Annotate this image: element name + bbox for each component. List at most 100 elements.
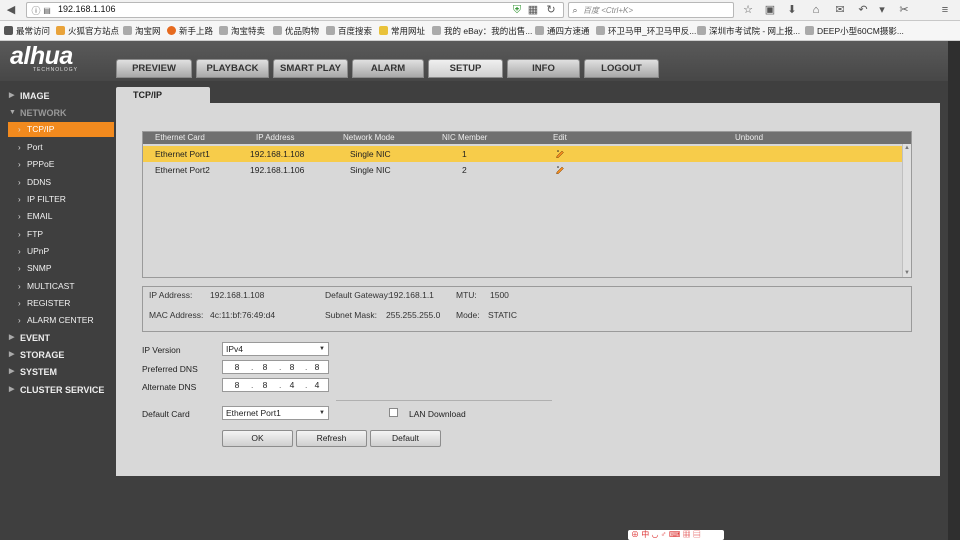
sidebar-item-alarm-center[interactable]: › ALARM CENTER: [8, 313, 114, 328]
caret-right-icon: ▶: [9, 368, 15, 375]
cell-ip: 192.168.1.108: [250, 149, 305, 159]
sidebar-section-image[interactable]: ▶ IMAGE: [0, 88, 115, 104]
dropdown-icon[interactable]: ▾: [875, 3, 889, 17]
tab-preview[interactable]: PREVIEW: [116, 59, 192, 78]
sidebar-item-ddns[interactable]: › DDNS: [8, 175, 114, 190]
edit-icon[interactable]: [555, 164, 565, 174]
search-icon: ⌕: [572, 5, 578, 15]
url-text: 192.168.1.106: [58, 4, 116, 14]
sidebar-item-ip-filter[interactable]: › IP FILTER: [8, 192, 114, 207]
octet[interactable]: 8: [257, 362, 273, 372]
bookmark-item[interactable]: 最常访问: [4, 25, 50, 37]
tab-info[interactable]: INFO: [507, 59, 580, 78]
column-header: IP Address: [256, 133, 295, 142]
bookmark-item[interactable]: 新手上路: [167, 25, 213, 37]
tab-tcpip[interactable]: TCP/IP: [116, 87, 210, 104]
bookmark-item[interactable]: 我的 eBay：我的出售...: [432, 25, 532, 37]
bookmark-item[interactable]: DEEP小型60CM摄影...: [805, 25, 904, 37]
default-card-label: Default Card: [142, 409, 190, 419]
default-card-select[interactable]: Ethernet Port1 ▼: [222, 406, 329, 420]
bookmarks-bar: 最常访问 火狐官方站点 淘宝网 新手上路 淘宝特卖 优品购物 百度搜索 常用网址…: [0, 21, 960, 41]
chevron-right-icon: ›: [18, 247, 21, 256]
sidebar-item-ftp[interactable]: › FTP: [8, 227, 114, 242]
shield-icon[interactable]: ⛨: [510, 3, 524, 17]
sidebar-section-system[interactable]: ▶ SYSTEM: [0, 364, 115, 380]
caret-down-icon: ▼: [9, 109, 16, 116]
preferred-dns-input[interactable]: 8 . 8 . 8 . 8: [222, 360, 329, 374]
chevron-right-icon: ›: [18, 282, 21, 291]
sidebar-section-storage[interactable]: ▶ STORAGE: [0, 347, 115, 363]
bookmark-item[interactable]: 优品购物: [273, 25, 319, 37]
chat-icon[interactable]: ✉: [833, 3, 847, 17]
bookmark-icon: [4, 26, 13, 35]
octet[interactable]: 8: [229, 380, 245, 390]
sidebar-item-email[interactable]: › EMAIL: [8, 209, 114, 224]
table-row[interactable]: Ethernet Port1 192.168.1.108 Single NIC …: [143, 146, 903, 162]
back-icon[interactable]: ◀: [4, 3, 18, 17]
gateway-label: Default Gateway:: [325, 290, 391, 300]
star-icon[interactable]: ☆: [741, 3, 755, 17]
ip-version-select[interactable]: IPv4 ▼: [222, 342, 329, 356]
search-box[interactable]: ⌕ 百度 <Ctrl+K>: [568, 2, 734, 18]
mode-label: Mode:: [456, 310, 480, 320]
bookmark-item[interactable]: 环卫马甲_环卫马甲反...: [596, 25, 696, 37]
bookmark-item[interactable]: 深圳市考试院 - 网上报...: [697, 25, 800, 37]
octet[interactable]: 8: [284, 362, 300, 372]
scroll-up-icon[interactable]: ▲: [903, 145, 911, 151]
tab-playback[interactable]: PLAYBACK: [196, 59, 269, 78]
tab-setup[interactable]: SETUP: [428, 59, 503, 78]
download-icon[interactable]: ⬇: [785, 3, 799, 17]
octet[interactable]: 4: [309, 380, 325, 390]
bookmark-item[interactable]: 百度搜索: [326, 25, 372, 37]
nic-table: Ethernet Card IP Address Network Mode NI…: [142, 131, 912, 278]
clipboard-icon[interactable]: ▣: [763, 3, 777, 17]
octet[interactable]: 4: [284, 380, 300, 390]
table-row[interactable]: Ethernet Port2 192.168.1.106 Single NIC …: [143, 162, 903, 178]
home-icon[interactable]: ⌂: [809, 3, 823, 17]
octet[interactable]: 8: [309, 362, 325, 372]
bookmark-item[interactable]: 常用网址: [379, 25, 425, 37]
sidebar-section-event[interactable]: ▶ EVENT: [0, 330, 115, 346]
sidebar-section-cluster-service[interactable]: ▶ CLUSTER SERVICE: [0, 382, 115, 398]
sidebar-item-tcpip[interactable]: › TCP/IP: [8, 122, 114, 137]
sidebar-item-register[interactable]: › REGISTER: [8, 296, 114, 311]
bookmark-item[interactable]: 通四方速通: [535, 25, 590, 37]
sidebar-item-port[interactable]: › Port: [8, 140, 114, 155]
divider: [336, 400, 552, 401]
sidebar-item-pppoe[interactable]: › PPPoE: [8, 157, 114, 172]
crop-icon[interactable]: ✂: [897, 3, 911, 17]
mtu-value: 1500: [490, 290, 509, 300]
bookmark-item[interactable]: 火狐官方站点: [56, 25, 119, 37]
bookmark-item[interactable]: 淘宝特卖: [219, 25, 265, 37]
scrollbar-rail[interactable]: [948, 41, 960, 540]
sidebar-section-network[interactable]: ▼ NETWORK: [0, 105, 115, 121]
refresh-button[interactable]: Refresh: [296, 430, 367, 447]
default-button[interactable]: Default: [370, 430, 441, 447]
ime-toolbar[interactable]: ⊕ 中 ◡ ♂ ⌨ ▦ ▤: [628, 530, 724, 540]
alternate-dns-input[interactable]: 8 . 8 . 4 . 4: [222, 378, 329, 392]
sidebar-item-upnp[interactable]: › UPnP: [8, 244, 114, 259]
tab-logout[interactable]: LOGOUT: [584, 59, 659, 78]
search-placeholder: 百度 <Ctrl+K>: [583, 6, 634, 15]
chevron-right-icon: ›: [18, 160, 21, 169]
edit-icon[interactable]: [555, 148, 565, 158]
tab-smart-play[interactable]: SMART PLAY: [273, 59, 348, 78]
tab-alarm[interactable]: ALARM: [352, 59, 424, 78]
ok-button[interactable]: OK: [222, 430, 293, 447]
grid-icon[interactable]: ▦: [526, 3, 540, 17]
sidebar-item-multicast[interactable]: › MULTICAST: [8, 279, 114, 294]
undo-icon[interactable]: ↶: [856, 3, 870, 17]
octet[interactable]: 8: [257, 380, 273, 390]
table-scrollbar[interactable]: ▲ ▼: [902, 144, 911, 277]
column-header: Ethernet Card: [155, 133, 205, 142]
scroll-down-icon[interactable]: ▼: [903, 270, 911, 276]
page-icon: [326, 26, 335, 35]
bookmark-item[interactable]: 淘宝网: [123, 25, 161, 37]
octet[interactable]: 8: [229, 362, 245, 372]
reload-icon[interactable]: ↻: [544, 3, 558, 17]
menu-icon[interactable]: ≡: [938, 3, 952, 17]
lan-download-checkbox[interactable]: [389, 408, 398, 417]
caret-right-icon: ▶: [9, 334, 15, 341]
cell-member: 1: [462, 149, 467, 159]
sidebar-item-snmp[interactable]: › SNMP: [8, 261, 114, 276]
